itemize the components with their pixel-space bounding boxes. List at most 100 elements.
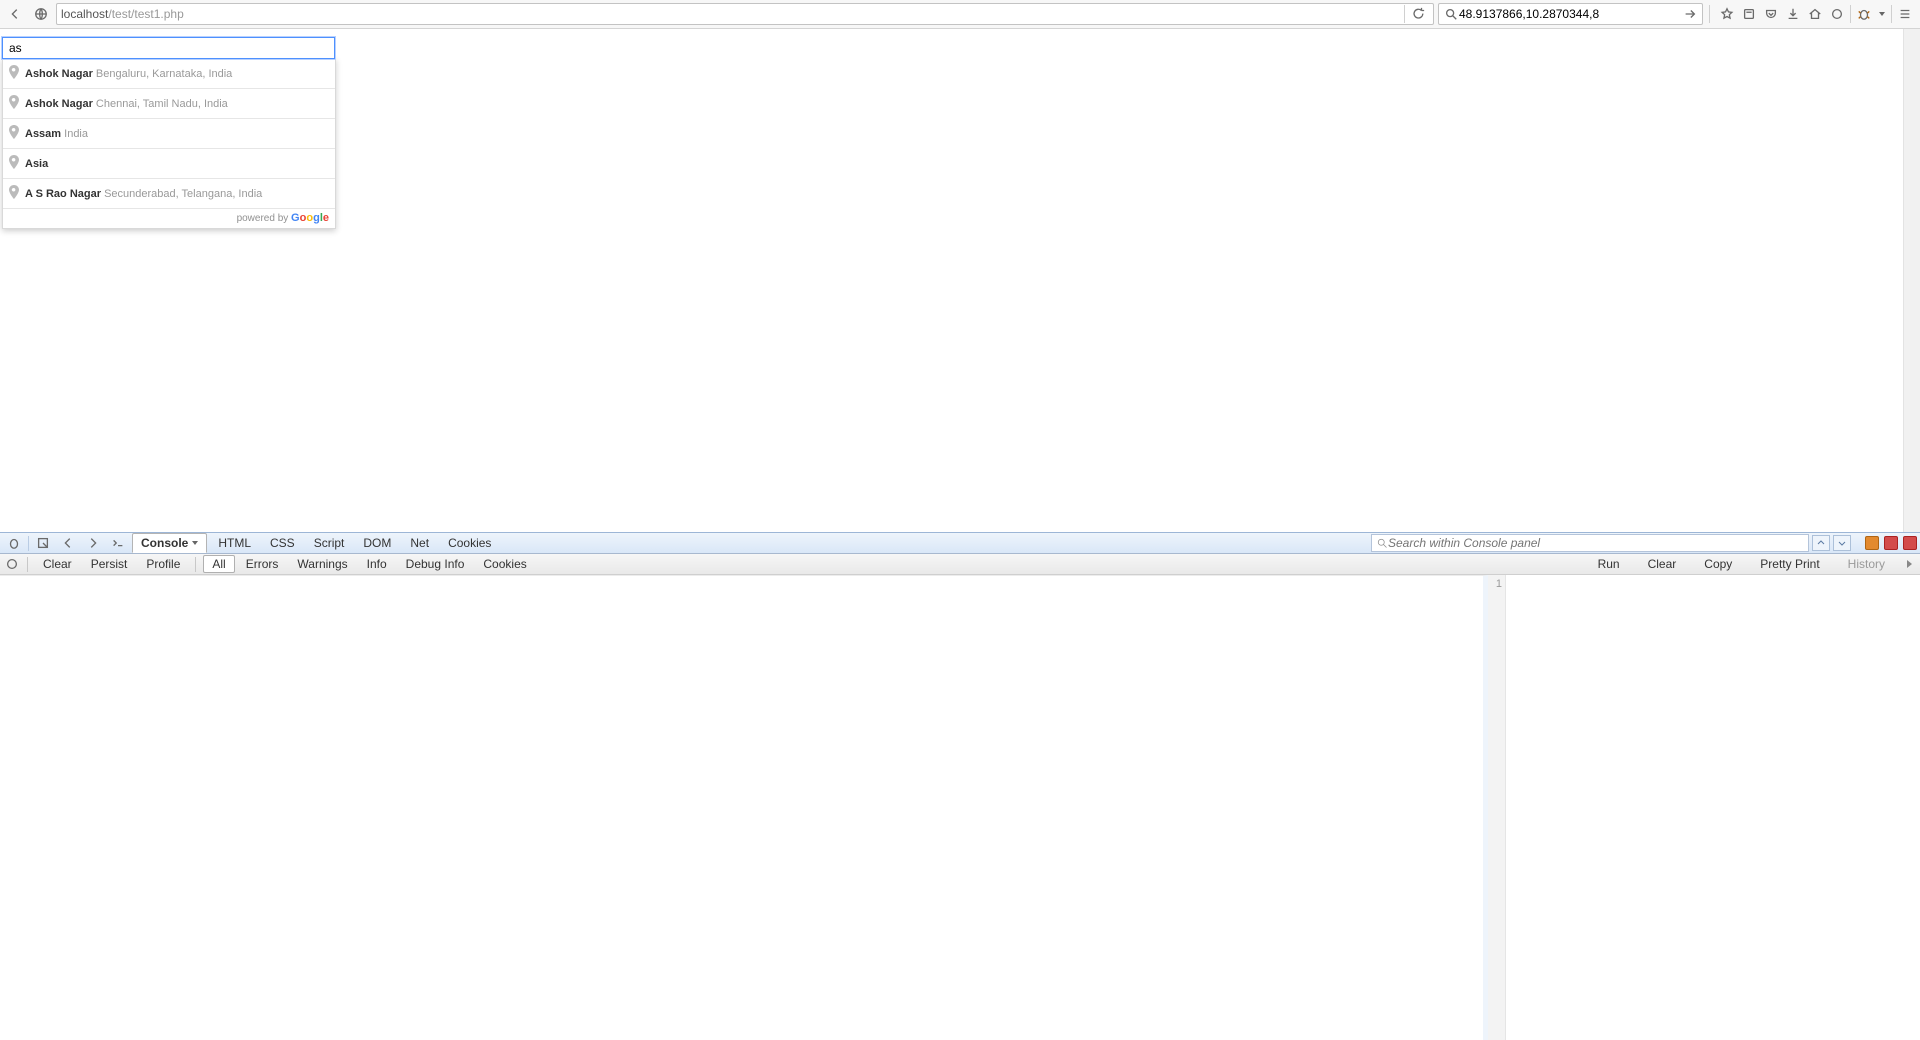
back-button[interactable] [4, 3, 26, 25]
suggestion-secondary: India [64, 128, 88, 140]
menu-button[interactable] [1894, 3, 1916, 25]
firebug-body: 1 [0, 575, 1920, 1040]
reload-button[interactable] [1407, 3, 1429, 25]
downloads-button[interactable] [1782, 3, 1804, 25]
bookmark-star-button[interactable] [1716, 3, 1738, 25]
command-line-icon[interactable] [107, 532, 129, 554]
pocket-button[interactable] [1760, 3, 1782, 25]
filter-all[interactable]: All [203, 555, 234, 573]
run-button[interactable]: Run [1590, 556, 1628, 572]
collapse-icon[interactable] [1907, 560, 1912, 568]
tab-css[interactable]: CSS [262, 534, 303, 552]
home-button[interactable] [1804, 3, 1826, 25]
powered-by: powered by Google [3, 208, 335, 228]
filter-errors[interactable]: Errors [238, 556, 287, 572]
tab-net[interactable]: Net [402, 534, 437, 552]
break-icon[interactable] [4, 553, 20, 575]
pretty-print-button[interactable]: Pretty Print [1752, 556, 1827, 572]
suggestion-item[interactable]: Ashok Nagar Chennai, Tamil Nadu, India [3, 88, 335, 118]
search-icon [1443, 6, 1459, 22]
marker-icon [9, 95, 19, 112]
marker-icon [9, 125, 19, 142]
clear-button[interactable]: Clear [35, 556, 80, 572]
minimize-button[interactable] [1865, 536, 1879, 550]
tab-label: Console [141, 536, 188, 550]
search-bar[interactable] [1438, 3, 1703, 25]
suggestion-main: Assam [25, 128, 61, 140]
separator [1404, 5, 1405, 23]
suggestion-secondary: Bengaluru, Karnataka, India [96, 68, 232, 80]
search-go-icon[interactable] [1682, 3, 1698, 25]
separator [1850, 5, 1851, 23]
history-button[interactable]: History [1840, 556, 1893, 572]
tab-html[interactable]: HTML [210, 534, 259, 552]
filter-debug[interactable]: Debug Info [398, 556, 473, 572]
firebug-icon[interactable] [1853, 3, 1875, 25]
copy-button[interactable]: Copy [1696, 556, 1740, 572]
inspector-icon[interactable] [32, 532, 54, 554]
suggestion-secondary: Chennai, Tamil Nadu, India [96, 98, 228, 110]
filter-warnings[interactable]: Warnings [289, 556, 355, 572]
suggestion-secondary: Secunderabad, Telangana, India [104, 188, 262, 200]
firebug-subtoolbar: Clear Persist Profile All Errors Warning… [0, 554, 1920, 575]
nav-back-icon[interactable] [57, 532, 79, 554]
firebug-search[interactable] [1371, 534, 1809, 552]
panel-up-button[interactable] [1812, 535, 1830, 551]
separator [27, 557, 28, 572]
suggestion-item[interactable]: A S Rao Nagar Secunderabad, Telangana, I… [3, 178, 335, 208]
marker-icon [9, 65, 19, 82]
dropdown-icon[interactable] [1875, 3, 1889, 25]
separator [28, 536, 29, 551]
panel-down-button[interactable] [1833, 535, 1851, 551]
profile-button[interactable]: Profile [138, 556, 188, 572]
search-input[interactable] [1459, 5, 1682, 23]
console-output[interactable] [0, 575, 1488, 1040]
filter-info[interactable]: Info [359, 556, 395, 572]
marker-icon [9, 155, 19, 172]
tab-console[interactable]: Console [132, 533, 207, 553]
suggestion-main: Asia [25, 158, 48, 170]
firebug-panel: Console HTML CSS Script DOM Net Cookies … [0, 532, 1920, 1040]
filter-cookies[interactable]: Cookies [475, 556, 534, 572]
chevron-down-icon [192, 541, 198, 545]
tab-cookies[interactable]: Cookies [440, 534, 499, 552]
browser-toolbar: localhost/test/test1.php [0, 0, 1920, 29]
nav-forward-icon[interactable] [82, 532, 104, 554]
suggestion-main: Ashok Nagar [25, 98, 93, 110]
suggestion-main: Ashok Nagar [25, 68, 93, 80]
line-number: 1 [1496, 578, 1502, 590]
url-bar[interactable]: localhost/test/test1.php [56, 3, 1434, 25]
separator [195, 557, 196, 572]
powered-by-text: powered by [237, 213, 291, 224]
search-icon [1376, 537, 1388, 549]
suggestion-item[interactable]: Assam India [3, 118, 335, 148]
tab-dom[interactable]: DOM [355, 534, 399, 552]
library-button[interactable] [1738, 3, 1760, 25]
suggestion-item[interactable]: Asia [3, 148, 335, 178]
autocomplete-input[interactable] [2, 37, 335, 59]
clear-editor-button[interactable]: Clear [1640, 556, 1685, 572]
url-path: /test/test1.php [108, 7, 183, 21]
persist-button[interactable]: Persist [83, 556, 136, 572]
url-host: localhost [61, 7, 108, 21]
code-area[interactable] [1506, 575, 1920, 1040]
suggestion-main: A S Rao Nagar [25, 188, 101, 200]
globe-icon [30, 3, 52, 25]
detach-button[interactable] [1884, 536, 1898, 550]
marker-icon [9, 185, 19, 202]
separator [1891, 5, 1892, 23]
autocomplete-dropdown: Ashok Nagar Bengaluru, Karnataka, India … [2, 58, 336, 229]
chat-icon[interactable] [1826, 3, 1848, 25]
command-editor: 1 [1488, 575, 1920, 1040]
firebug-search-input[interactable] [1388, 536, 1804, 550]
suggestion-item[interactable]: Ashok Nagar Bengaluru, Karnataka, India [3, 59, 335, 88]
editor-actions: Run Clear Copy Pretty Print History [1590, 556, 1916, 572]
toolbar-actions [1716, 3, 1916, 25]
tab-script[interactable]: Script [306, 534, 353, 552]
page-scrollbar[interactable] [1903, 29, 1920, 532]
close-button[interactable] [1903, 536, 1917, 550]
firebug-tabbar: Console HTML CSS Script DOM Net Cookies [0, 532, 1920, 554]
separator [1709, 5, 1710, 23]
firebug-logo-icon[interactable] [3, 532, 25, 554]
line-gutter: 1 [1488, 575, 1506, 1040]
